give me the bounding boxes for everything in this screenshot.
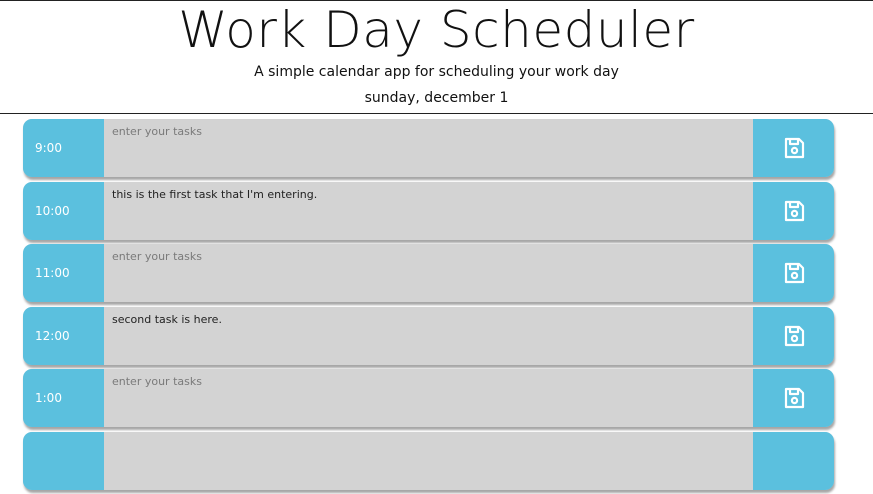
floppy-disk-icon [784,325,804,346]
floppy-disk-icon [784,200,804,221]
save-button[interactable] [753,431,834,490]
task-input[interactable]: enter your tasks [104,244,753,302]
task-input[interactable] [104,431,753,490]
floppy-disk-icon [784,387,804,409]
current-date: sunday, december 1 [364,90,509,106]
hour-label: 10:00 [23,181,104,240]
floppy-disk-icon [784,137,804,159]
save-button[interactable] [753,306,834,365]
time-block-row [23,431,834,490]
task-input[interactable]: enter your tasks [104,119,753,177]
time-block-row: 9:00 enter your tasks [23,119,834,177]
time-block-row: 1:00 enter your tasks [23,369,834,427]
schedule-list: 9:00 enter your tasks 10:00 this is the … [23,119,834,494]
task-input[interactable]: second task is here. [104,306,753,365]
save-button[interactable] [753,244,834,302]
page-subtitle: A simple calendar app for scheduling you… [254,64,619,80]
time-block-row: 11:00 enter your tasks [23,244,834,302]
save-button[interactable] [753,181,834,240]
save-button[interactable] [753,119,834,177]
floppy-disk-icon [784,262,804,284]
hour-label: 9:00 [23,119,104,177]
task-input[interactable]: enter your tasks [104,369,753,427]
time-block-row: 12:00 second task is here. [23,306,834,365]
save-button[interactable] [753,369,834,427]
hour-label: 11:00 [23,244,104,302]
time-block-row: 10:00 this is the first task that I'm en… [23,181,834,240]
header-jumbotron: Work Day Scheduler A simple calendar app… [0,0,873,114]
hour-label: 1:00 [23,369,104,427]
hour-label: 12:00 [23,306,104,365]
hour-label [23,431,104,490]
task-input[interactable]: this is the first task that I'm entering… [104,181,753,240]
page-title: Work Day Scheduler [178,1,695,59]
